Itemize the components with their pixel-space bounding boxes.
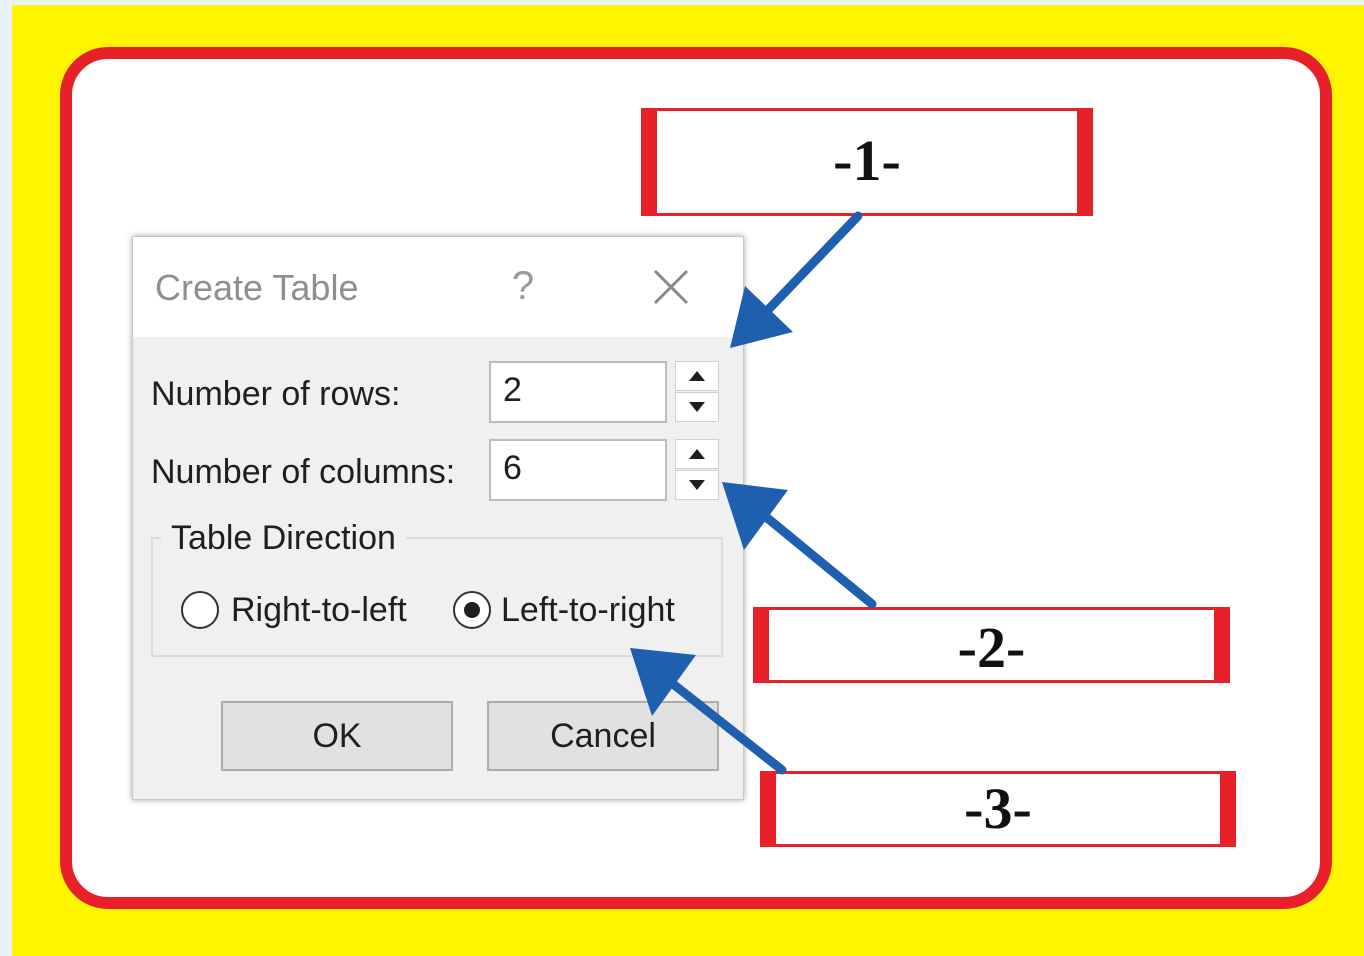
- arrow-icon: [730, 211, 863, 348]
- annotation-arrows: [630, 211, 877, 775]
- arrow-icon: [722, 482, 877, 609]
- arrow-icon: [630, 648, 787, 775]
